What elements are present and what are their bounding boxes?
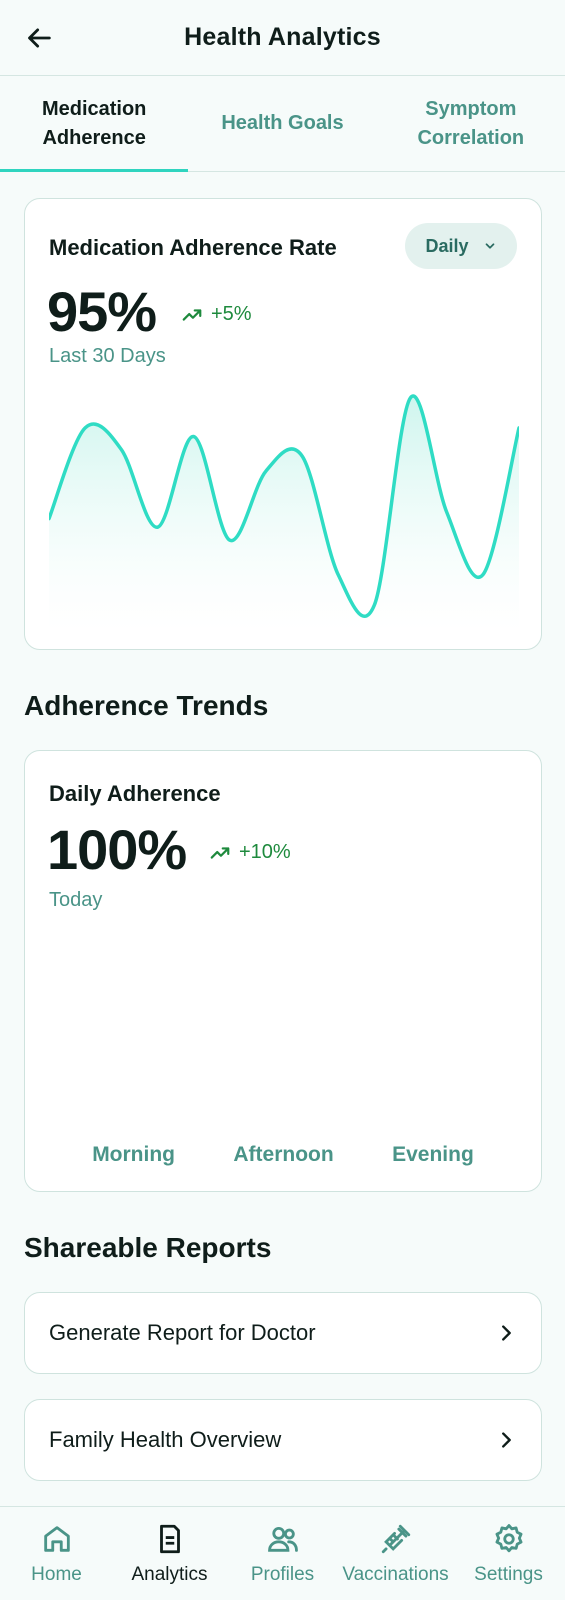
chevron-right-icon xyxy=(502,1325,511,1341)
nav-label: Profiles xyxy=(250,1563,315,1585)
nav-vaccinations[interactable]: Vaccinations xyxy=(339,1507,452,1600)
page-title: Health Analytics xyxy=(184,23,381,51)
tab-health-goals[interactable]: Health Goals xyxy=(188,76,376,171)
syringe-icon xyxy=(381,1524,410,1553)
time-label-afternoon: Afternoon xyxy=(233,1143,334,1166)
arrow-left-icon xyxy=(28,28,51,48)
chevron-right-icon xyxy=(502,1432,511,1448)
tab-symptom-correlation[interactable]: Symptom Correlation xyxy=(377,76,565,171)
back-button[interactable] xyxy=(24,22,56,54)
generate-report-button[interactable]: Generate Report for Doctor xyxy=(24,1292,542,1374)
time-label-evening: Evening xyxy=(392,1143,474,1166)
time-of-day-labels: Morning Afternoon Evening xyxy=(25,1143,541,1167)
period-dropdown-label: Daily xyxy=(425,235,469,256)
card-title: Medication Adherence Rate xyxy=(49,235,337,260)
report-item-label: Family Health Overview xyxy=(49,1427,282,1452)
app-header: Health Analytics xyxy=(0,0,565,76)
daily-adherence-title: Daily Adherence xyxy=(49,781,221,806)
bottom-navigation: Home Analytics Profiles Vaccinations Set… xyxy=(0,1506,565,1600)
daily-adherence-period: Today xyxy=(49,889,103,911)
nav-label: Home xyxy=(31,1563,82,1585)
nav-label: Settings xyxy=(474,1563,543,1585)
nav-analytics[interactable]: Analytics xyxy=(113,1507,226,1600)
section-title-trends: Adherence Trends xyxy=(24,690,269,721)
adherence-period-label: Last 30 Days xyxy=(49,345,166,367)
family-overview-button[interactable]: Family Health Overview xyxy=(24,1399,542,1481)
adherence-area-chart xyxy=(49,394,519,631)
adherence-change-value: +5% xyxy=(211,303,252,325)
nav-profiles[interactable]: Profiles xyxy=(226,1507,339,1600)
nav-label: Analytics xyxy=(131,1563,208,1585)
period-dropdown[interactable]: Daily xyxy=(405,223,517,269)
time-label-morning: Morning xyxy=(92,1143,175,1166)
adherence-value: 95% xyxy=(47,280,157,343)
adherence-rate-card: Medication Adherence Rate Daily 95% +5% … xyxy=(24,198,542,650)
section-title-reports: Shareable Reports xyxy=(24,1232,272,1263)
chevron-down-icon xyxy=(485,243,494,249)
nav-label: Vaccinations xyxy=(342,1563,449,1585)
report-item-label: Generate Report for Doctor xyxy=(49,1320,316,1345)
gear-icon xyxy=(495,1523,522,1552)
adherence-change: +5% xyxy=(181,303,252,326)
users-icon xyxy=(267,1526,298,1552)
daily-adherence-card: Daily Adherence 100% +10% Today Morning … xyxy=(24,750,542,1192)
nav-home[interactable]: Home xyxy=(0,1507,113,1600)
home-icon xyxy=(43,1525,70,1552)
daily-adherence-change-value: +10% xyxy=(239,841,291,863)
trending-up-icon xyxy=(210,846,230,859)
daily-adherence-change: +10% xyxy=(209,841,291,864)
nav-settings[interactable]: Settings xyxy=(452,1507,565,1600)
analytics-tabs: Medication Adherence Health Goals Sympto… xyxy=(0,76,565,172)
tab-medication-adherence[interactable]: Medication Adherence xyxy=(0,76,189,172)
document-chart-icon xyxy=(159,1524,180,1553)
trending-up-icon xyxy=(182,308,202,321)
daily-adherence-value: 100% xyxy=(47,818,187,881)
